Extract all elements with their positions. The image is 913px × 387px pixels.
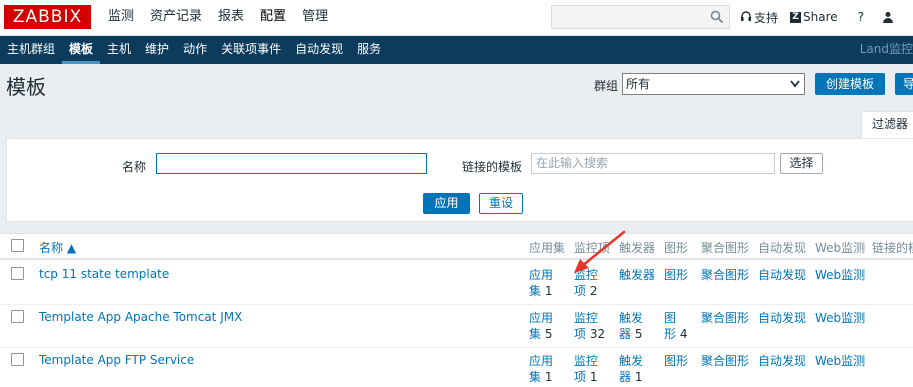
screens-link[interactable]: 聚合图形 (701, 267, 749, 283)
name-filter-input[interactable] (156, 153, 427, 174)
row-checkbox[interactable] (11, 267, 24, 280)
support-link[interactable]: 支持 (740, 9, 778, 26)
applications-link[interactable]: 应用集 5 (529, 310, 553, 342)
top-bar: ZABBIX 监测 资产记录 报表 配置 管理 支持 Z Share ? (0, 0, 913, 36)
graphs-link[interactable]: 图形 (664, 353, 688, 369)
name-filter-label: 名称 (122, 160, 147, 174)
template-name-link[interactable]: Template App FTP Service (39, 353, 194, 367)
submenu-hosts[interactable]: 主机 (100, 36, 138, 64)
web-link[interactable]: Web监测 (815, 267, 865, 283)
header-links: 支持 Z Share ? (740, 0, 906, 34)
graphs-link[interactable]: 图形 4 (664, 310, 687, 342)
main-menu: 监测 资产记录 报表 配置 管理 (100, 0, 336, 36)
template-name-link[interactable]: Template App Apache Tomcat JMX (39, 310, 242, 324)
header-name-sort[interactable]: 名称 ▲ (39, 239, 76, 256)
apply-button[interactable]: 应用 (423, 193, 470, 214)
create-template-button[interactable]: 创建模板 (815, 73, 885, 95)
search-input[interactable] (551, 5, 730, 29)
submenu-maintenance[interactable]: 维护 (138, 36, 176, 64)
group-select[interactable]: 所有 (622, 73, 805, 95)
search-icon[interactable] (710, 10, 724, 24)
user-profile-icon[interactable] (882, 11, 894, 23)
submenu-host-groups[interactable]: 主机群组 (0, 36, 62, 64)
reset-button[interactable]: 重设 (479, 193, 523, 214)
row-checkbox[interactable] (11, 353, 24, 366)
table-header: 名称 ▲ 应用集 监控项 触发器 图形 聚合图形 自动发现 Web监测 链接的模 (0, 234, 913, 260)
select-all-checkbox[interactable] (11, 239, 24, 252)
applications-link[interactable]: 应用集 1 (529, 267, 553, 299)
menu-configuration[interactable]: 配置 (252, 0, 294, 36)
help-link[interactable]: ? (858, 10, 864, 24)
filter-panel: 名称 链接的模板 在此输入搜索 选择 应用 重设 (6, 138, 913, 222)
headset-icon (741, 11, 751, 21)
share-label: Share (803, 10, 838, 24)
web-link[interactable]: Web监测 (815, 310, 865, 326)
linked-templates-input[interactable]: 在此输入搜索 (531, 153, 775, 174)
menu-reports[interactable]: 报表 (210, 0, 252, 36)
header-linked-templates: 链接的模 (872, 241, 913, 255)
chevron-down-icon (790, 80, 800, 88)
table-row: Template App FTP Service 应用集 1 监控项 1 触发器… (0, 348, 913, 387)
triggers-link[interactable]: 触发器 1 (619, 353, 643, 385)
submenu-actions[interactable]: 动作 (176, 36, 214, 64)
header-web: Web监测 (815, 241, 866, 255)
submenu-services[interactable]: 服务 (350, 36, 388, 64)
linked-templates-label: 链接的模板 (462, 160, 523, 174)
templates-table: 名称 ▲ 应用集 监控项 触发器 图形 聚合图形 自动发现 Web监测 链接的模… (0, 233, 913, 387)
menu-administration[interactable]: 管理 (294, 0, 336, 36)
graphs-link[interactable]: 图形 (664, 267, 688, 283)
share-link[interactable]: Z Share (790, 10, 838, 24)
table-row: tcp 11 state template 应用集 1 监控项 2 触发器 图形… (0, 262, 913, 305)
menu-monitoring[interactable]: 监测 (100, 0, 142, 36)
menu-inventory[interactable]: 资产记录 (142, 0, 210, 36)
submenu-discovery[interactable]: 自动发现 (288, 36, 350, 64)
server-name: Land监控 (859, 42, 913, 56)
select-button[interactable]: 选择 (780, 153, 823, 174)
screens-link[interactable]: 聚合图形 (701, 353, 749, 369)
header-screens: 聚合图形 (701, 241, 750, 255)
applications-link[interactable]: 应用集 1 (529, 353, 553, 385)
submenu-correlation[interactable]: 关联项事件 (214, 36, 288, 64)
import-button[interactable]: 导 (895, 73, 913, 95)
annotation-arrow-icon (574, 230, 626, 273)
user-icon (883, 12, 894, 23)
support-label: 支持 (754, 10, 779, 25)
discovery-link[interactable]: 自动发现 (758, 353, 806, 369)
items-link[interactable]: 监控项 32 (574, 310, 605, 342)
submenu-templates[interactable]: 模板 (62, 36, 101, 64)
header-graphs: 图形 (664, 241, 689, 255)
triggers-link[interactable]: 触发器 5 (619, 310, 643, 342)
page-title: 模板 (6, 75, 46, 99)
discovery-link[interactable]: 自动发现 (758, 267, 806, 283)
header-discovery: 自动发现 (758, 241, 807, 255)
zabbix-logo[interactable]: ZABBIX (4, 5, 91, 29)
table-row: Template App Apache Tomcat JMX 应用集 5 监控项… (0, 305, 913, 348)
group-select-value: 所有 (626, 77, 651, 91)
template-name-link[interactable]: tcp 11 state template (39, 267, 169, 281)
share-z-icon: Z (790, 11, 802, 23)
items-link[interactable]: 监控项 1 (574, 353, 598, 385)
filter-tab[interactable]: 过滤器 (861, 111, 913, 139)
screens-link[interactable]: 聚合图形 (701, 310, 749, 326)
row-checkbox[interactable] (11, 310, 24, 323)
sub-menu: 主机群组 模板 主机 维护 动作 关联项事件 自动发现 服务 Land监控 (0, 36, 913, 64)
discovery-link[interactable]: 自动发现 (758, 310, 806, 326)
web-link[interactable]: Web监测 (815, 353, 865, 369)
group-label: 群组 (594, 79, 619, 93)
